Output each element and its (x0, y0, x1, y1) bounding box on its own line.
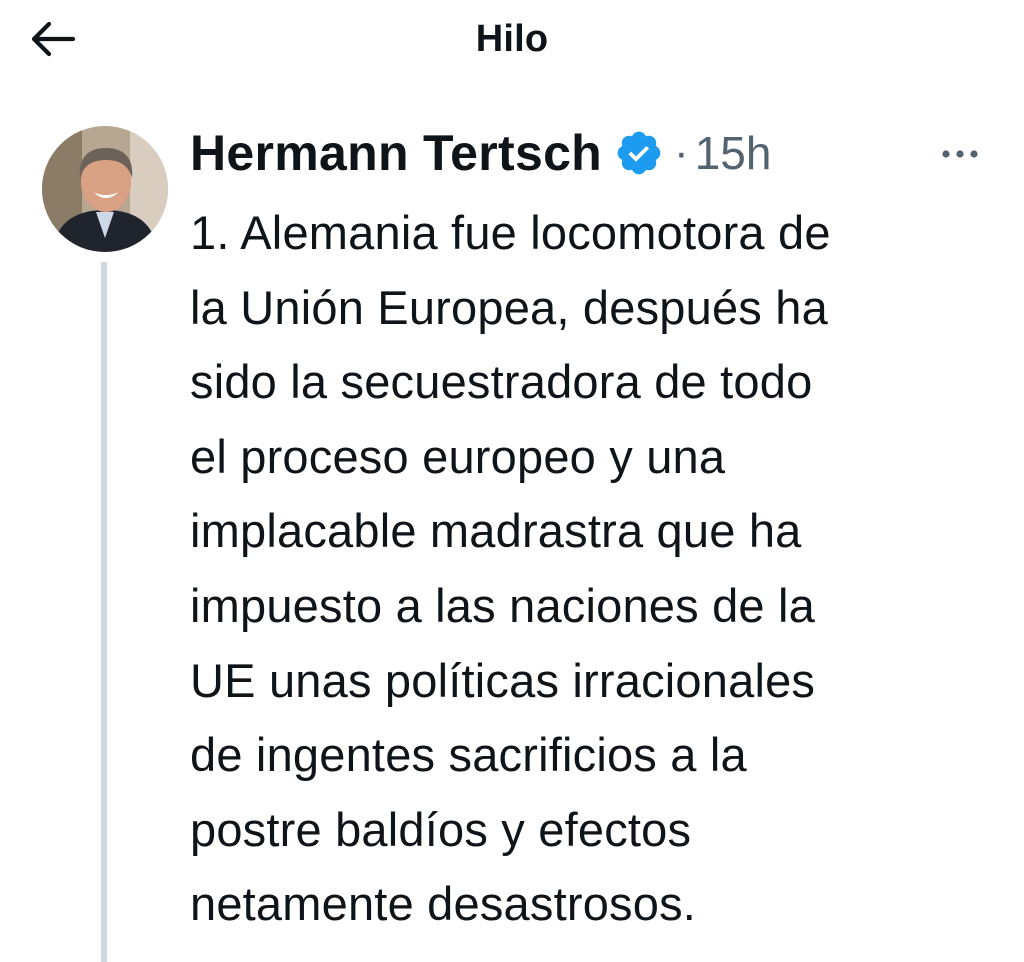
top-bar: Hilo (0, 0, 1024, 80)
author-name[interactable]: Hermann Tertsch (190, 122, 602, 184)
thread-line (101, 262, 107, 962)
verified-badge-icon (614, 128, 664, 178)
timestamp[interactable]: 15h (695, 122, 772, 184)
tweet-header: Hermann Tertsch · 15h (190, 122, 771, 184)
more-options-icon (942, 150, 978, 158)
separator-dot: · (674, 128, 689, 177)
avatar[interactable] (42, 126, 168, 252)
page-title: Hilo (475, 18, 549, 60)
tweet-text: 1. Alemania fue locomotora de la Unión E… (190, 206, 831, 931)
more-options-button[interactable] (928, 132, 992, 176)
avatar-photo (42, 126, 168, 252)
